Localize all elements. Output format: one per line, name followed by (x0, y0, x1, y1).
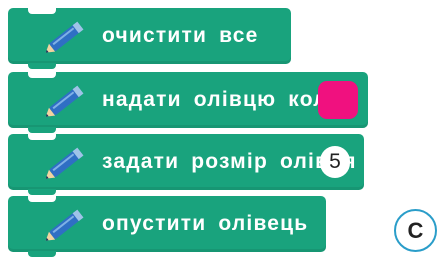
pen-down-block[interactable]: опустити олівець (8, 196, 326, 257)
pencil-icon (38, 138, 96, 186)
block-label: задати розмір олівця (102, 150, 357, 173)
block-label: надати олівцю колір (102, 88, 349, 111)
set-pen-size-block[interactable]: задати розмір олівця 5 (8, 134, 364, 195)
pen-color-swatch[interactable] (318, 81, 358, 119)
pencil-icon (38, 200, 96, 248)
pen-size-input[interactable]: 5 (320, 146, 350, 178)
set-pen-color-block[interactable]: надати олівцю колір (8, 72, 368, 133)
clear-all-block[interactable]: очистити все (8, 8, 291, 69)
block-label: очистити все (102, 24, 259, 47)
pencil-icon (38, 12, 96, 60)
pencil-icon (38, 76, 96, 124)
answer-letter-badge: С (394, 209, 437, 252)
block-label: опустити олівець (102, 212, 309, 235)
